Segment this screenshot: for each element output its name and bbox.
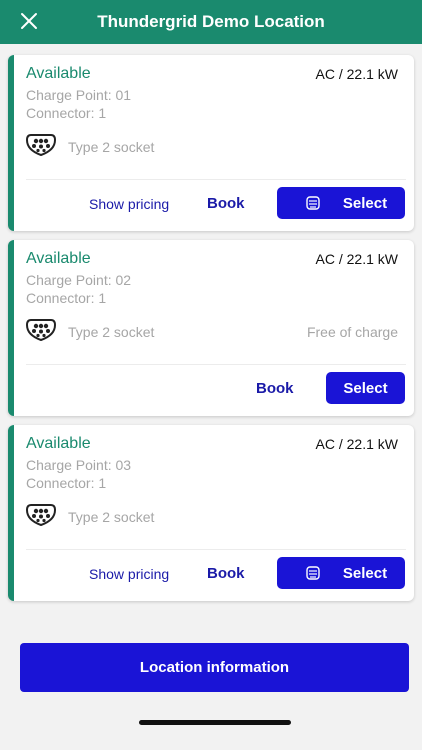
select-label: Select bbox=[342, 194, 388, 212]
charge-point-label: Charge Point: 03 bbox=[26, 457, 132, 473]
pricing-tag-icon bbox=[306, 566, 320, 580]
card-divider bbox=[26, 549, 406, 550]
price-note: Free of charge bbox=[306, 324, 398, 340]
connector-label: Connector: 1 bbox=[26, 475, 107, 491]
connector-card-1: Available AC / 22.1 kW Charge Point: 01 … bbox=[8, 55, 414, 231]
connector-label: Connector: 1 bbox=[26, 290, 107, 306]
app-header: Thundergrid Demo Location bbox=[0, 0, 422, 44]
status-label: Available bbox=[26, 435, 91, 452]
status-label: Available bbox=[26, 65, 91, 82]
socket-type-label: Type 2 socket bbox=[68, 139, 155, 155]
power-rating: AC / 22.1 kW bbox=[315, 436, 398, 452]
pricing-tag-icon bbox=[306, 196, 320, 210]
card-divider bbox=[26, 179, 406, 180]
socket-type-label: Type 2 socket bbox=[68, 324, 155, 340]
power-rating: AC / 22.1 kW bbox=[315, 66, 398, 82]
type2-socket-icon bbox=[26, 319, 56, 342]
location-information-button[interactable]: Location information bbox=[20, 643, 409, 692]
charge-point-label: Charge Point: 01 bbox=[26, 87, 132, 103]
select-label: Select bbox=[343, 379, 388, 397]
type2-socket-icon bbox=[26, 134, 56, 157]
connector-label: Connector: 1 bbox=[26, 105, 107, 121]
show-pricing-link[interactable]: Show pricing bbox=[89, 566, 169, 582]
connector-card-2: Available AC / 22.1 kW Charge Point: 02 … bbox=[8, 240, 414, 416]
book-button[interactable]: Book bbox=[207, 565, 245, 582]
home-indicator[interactable] bbox=[139, 720, 291, 725]
page-title: Thundergrid Demo Location bbox=[97, 12, 325, 31]
connector-card-3: Available AC / 22.1 kW Charge Point: 03 … bbox=[8, 425, 414, 601]
close-button[interactable] bbox=[16, 8, 42, 34]
show-pricing-link[interactable]: Show pricing bbox=[89, 196, 169, 212]
status-label: Available bbox=[26, 250, 91, 267]
book-button[interactable]: Book bbox=[256, 380, 294, 397]
card-divider bbox=[26, 364, 406, 365]
close-icon bbox=[21, 13, 37, 29]
socket-type-label: Type 2 socket bbox=[68, 509, 155, 525]
select-label: Select bbox=[342, 564, 388, 582]
select-button[interactable]: Select bbox=[277, 187, 405, 219]
type2-socket-icon bbox=[26, 504, 56, 527]
select-button[interactable]: Select bbox=[277, 557, 405, 589]
power-rating: AC / 22.1 kW bbox=[315, 251, 398, 267]
charge-point-label: Charge Point: 02 bbox=[26, 272, 132, 288]
select-button[interactable]: Select bbox=[326, 372, 405, 404]
book-button[interactable]: Book bbox=[207, 195, 245, 212]
